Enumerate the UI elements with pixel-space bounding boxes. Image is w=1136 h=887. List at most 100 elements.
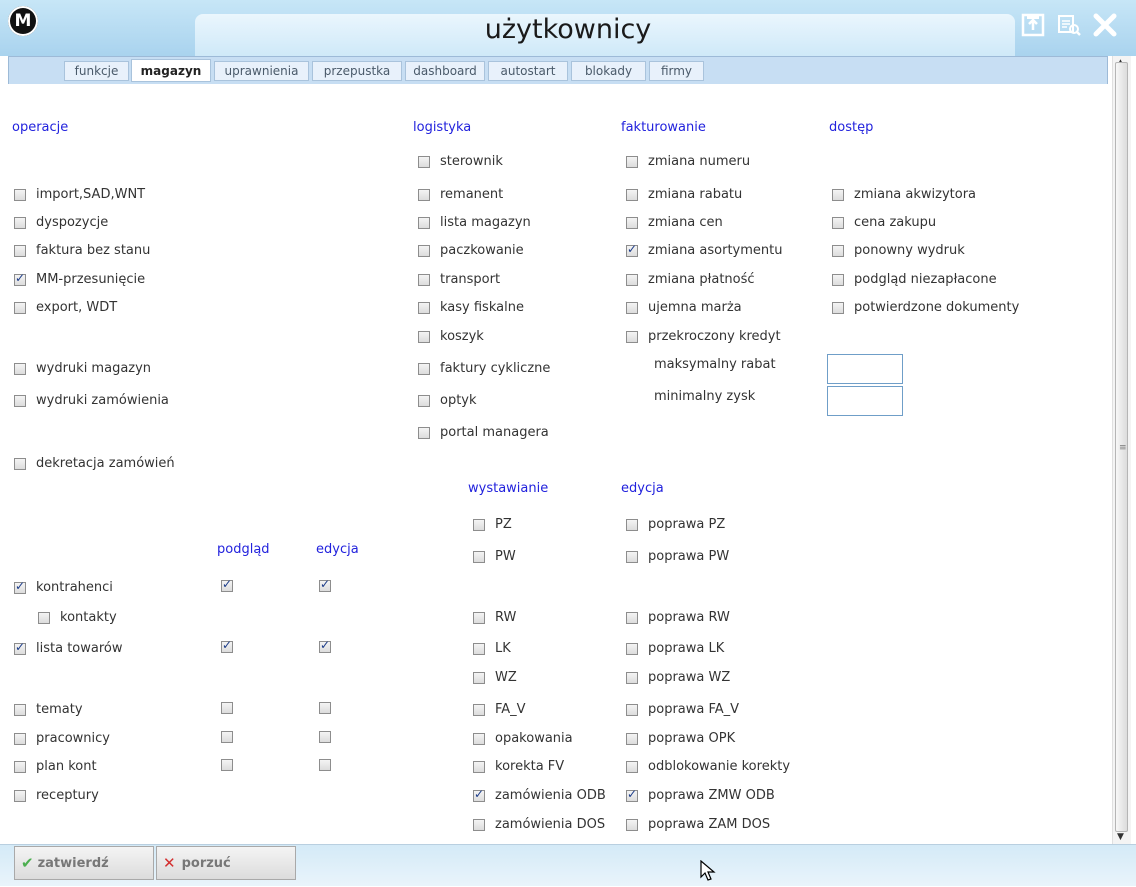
checkbox-box[interactable] [626,242,638,257]
min-profit-input[interactable] [827,386,903,416]
export-icon[interactable] [1020,12,1046,38]
tab-firmy[interactable]: firmy [649,61,704,81]
tab-funkcje[interactable]: funkcje [64,61,129,81]
max-discount-input[interactable] [827,354,903,384]
checkbox-poprawa-zam-dos[interactable]: poprawa ZAM DOS [626,817,770,832]
checkbox-paczkowanie[interactable]: paczkowanie [418,243,524,258]
checkbox-box[interactable] [626,273,638,286]
checkbox-box[interactable] [14,789,26,802]
checkbox-dekretacja-zamowien[interactable]: dekretacja zamówień [14,456,175,471]
checkbox-lista-towarow-podglad[interactable] [221,638,243,653]
checkbox-odblokowanie-korekty[interactable]: odblokowanie korekty [626,759,790,774]
checkbox-box[interactable] [418,244,430,257]
checkbox-box[interactable] [221,731,233,743]
checkbox-box[interactable] [418,362,430,375]
checkbox-ponowny-wydruk[interactable]: ponowny wydruk [832,243,965,258]
checkbox-wydruki-zamowienia[interactable]: wydruki zamówienia [14,393,169,408]
checkbox-box[interactable] [14,188,26,201]
preview-icon[interactable] [1056,12,1082,38]
checkbox-przekroczony-kredyt[interactable]: przekroczony kredyt [626,329,781,344]
checkbox-zmiana-platnosc[interactable]: zmiana płatność [626,272,755,287]
checkbox-receptury[interactable]: receptury [14,788,99,803]
checkbox-koszyk[interactable]: koszyk [418,329,484,344]
checkbox-portal-managera[interactable]: portal managera [418,425,549,440]
checkbox-box[interactable] [418,216,430,229]
checkbox-kasy-fiskalne[interactable]: kasy fiskalne [418,300,524,315]
checkbox-tematy[interactable]: tematy [14,702,83,717]
close-icon[interactable] [1092,12,1118,38]
checkbox-wyst-fa-v[interactable]: FA_V [473,702,526,717]
checkbox-zmiana-akwizytora[interactable]: zmiana akwizytora [832,187,976,202]
checkbox-faktura-bez-stanu[interactable]: faktura bez stanu [14,243,150,258]
checkbox-box[interactable] [38,611,50,624]
checkbox-box[interactable] [626,330,638,343]
checkbox-plan-kont-edycja[interactable] [319,759,341,771]
checkbox-box[interactable] [626,550,638,563]
checkbox-box[interactable] [319,731,331,743]
checkbox-box[interactable] [473,760,485,773]
vertical-scrollbar[interactable]: ▲ ≡ ▼ [1112,56,1131,844]
checkbox-box[interactable] [14,394,26,407]
checkbox-wyst-zamowienia-dos[interactable]: zamówienia DOS [473,817,605,832]
checkbox-box[interactable] [418,330,430,343]
checkbox-box[interactable] [221,577,233,592]
tab-blokady[interactable]: blokady [571,61,646,81]
checkbox-poprawa-rw[interactable]: poprawa RW [626,610,730,625]
checkbox-box[interactable] [473,550,485,563]
checkbox-box[interactable] [626,818,638,831]
checkbox-box[interactable] [473,611,485,624]
checkbox-box[interactable] [418,426,430,439]
checkbox-lista-magazyn[interactable]: lista magazyn [418,215,531,230]
checkbox-poprawa-pz[interactable]: poprawa PZ [626,517,725,532]
tab-dashboard[interactable]: dashboard [405,61,485,81]
checkbox-zmiana-rabatu[interactable]: zmiana rabatu [626,187,742,202]
checkbox-lista-towarow[interactable]: lista towarów [14,640,123,656]
checkbox-box[interactable] [14,362,26,375]
checkbox-pracownicy[interactable]: pracownicy [14,731,110,746]
checkbox-box[interactable] [221,759,233,771]
checkbox-dyspozycje[interactable]: dyspozycje [14,215,108,230]
tab-magazyn[interactable]: magazyn [131,59,211,82]
checkbox-box[interactable] [626,301,638,314]
checkbox-box[interactable] [473,518,485,531]
checkbox-box[interactable] [418,301,430,314]
checkbox-box[interactable] [832,301,844,314]
checkbox-box[interactable] [221,638,233,653]
checkbox-box[interactable] [14,579,26,594]
checkbox-plan-kont-podglad[interactable] [221,759,243,771]
checkbox-lista-towarow-edycja[interactable] [319,638,341,653]
checkbox-box[interactable] [319,702,331,714]
checkbox-box[interactable] [14,640,26,655]
checkbox-wyst-opakowania[interactable]: opakowania [473,731,573,746]
checkbox-poprawa-fa-v[interactable]: poprawa FA_V [626,702,739,717]
checkbox-box[interactable] [626,642,638,655]
checkbox-wyst-lk[interactable]: LK [473,641,511,656]
checkbox-poprawa-opk[interactable]: poprawa OPK [626,731,735,746]
checkbox-tematy-podglad[interactable] [221,702,243,714]
tab-autostart[interactable]: autostart [488,61,568,81]
cancel-button[interactable]: ✕ porzuć [156,846,296,880]
checkbox-kontrahenci[interactable]: kontrahenci [14,579,113,595]
checkbox-box[interactable] [832,273,844,286]
checkbox-box[interactable] [14,244,26,257]
checkbox-box[interactable] [626,188,638,201]
checkbox-box[interactable] [626,216,638,229]
checkbox-cena-zakupu[interactable]: cena zakupu [832,215,936,230]
confirm-button[interactable]: ✔ zatwierdź [14,846,154,880]
checkbox-poprawa-zmw-odb[interactable]: poprawa ZMW ODB [626,787,775,803]
checkbox-box[interactable] [319,759,331,771]
checkbox-box[interactable] [319,577,331,592]
checkbox-box[interactable] [473,732,485,745]
checkbox-transport[interactable]: transport [418,272,500,287]
checkbox-box[interactable] [418,394,430,407]
checkbox-zmiana-numeru[interactable]: zmiana numeru [626,154,750,169]
checkbox-pracownicy-edycja[interactable] [319,731,341,743]
checkbox-box[interactable] [626,611,638,624]
checkbox-box[interactable] [14,216,26,229]
checkbox-box[interactable] [626,671,638,684]
checkbox-import-sad-wnt[interactable]: import,SAD,WNT [14,187,145,202]
checkbox-box[interactable] [626,155,638,168]
checkbox-box[interactable] [832,244,844,257]
checkbox-poprawa-lk[interactable]: poprawa LK [626,641,724,656]
checkbox-poprawa-wz[interactable]: poprawa WZ [626,670,730,685]
